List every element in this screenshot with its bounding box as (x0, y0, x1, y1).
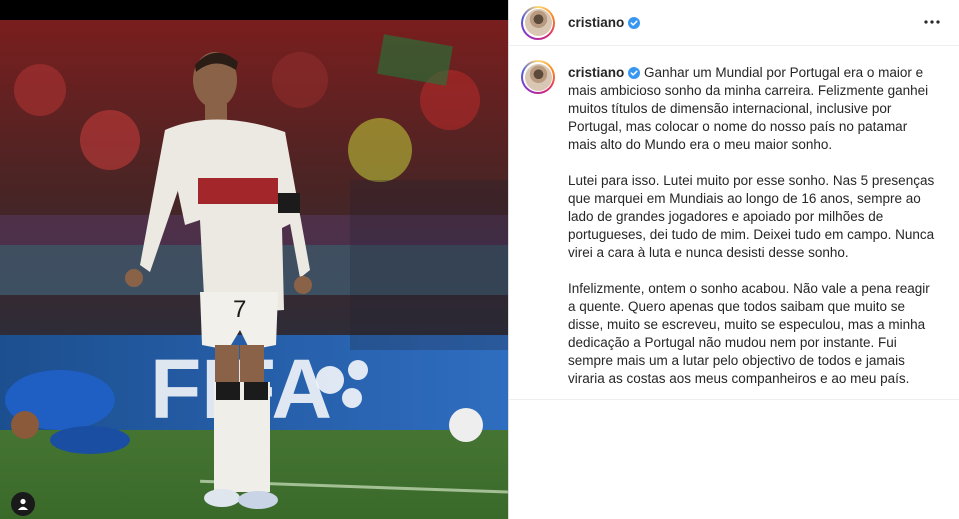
caption-author-avatar[interactable] (521, 60, 555, 94)
caption-body: Ganhar um Mundial por Portugal era o mai… (568, 65, 935, 386)
caption-username[interactable]: cristiano (568, 65, 624, 80)
verified-badge-icon (628, 16, 641, 29)
header-username[interactable]: cristiano (568, 15, 624, 30)
jersey-number: 7 (233, 296, 246, 323)
caption-section: cristiano Ganhar um Mundial por Portugal… (509, 46, 959, 399)
caption-text: cristiano Ganhar um Mundial por Portugal… (568, 64, 938, 399)
caption-divider (509, 399, 959, 400)
avatar-image (524, 9, 552, 36)
more-options-icon[interactable] (922, 12, 942, 32)
photo-top-bar (0, 0, 508, 20)
caption-avatar-image (524, 63, 552, 91)
post-photo[interactable]: FIFA 7 (0, 20, 508, 519)
post-sidebar: cristiano cristiano Ganhar um Mundial po… (508, 0, 959, 519)
user-tag-icon[interactable] (11, 492, 35, 516)
author-avatar[interactable] (521, 5, 555, 40)
caption-verified-badge-icon (628, 67, 641, 79)
post-header: cristiano (509, 0, 959, 46)
post-photo-pane[interactable]: FIFA 7 (0, 0, 508, 519)
